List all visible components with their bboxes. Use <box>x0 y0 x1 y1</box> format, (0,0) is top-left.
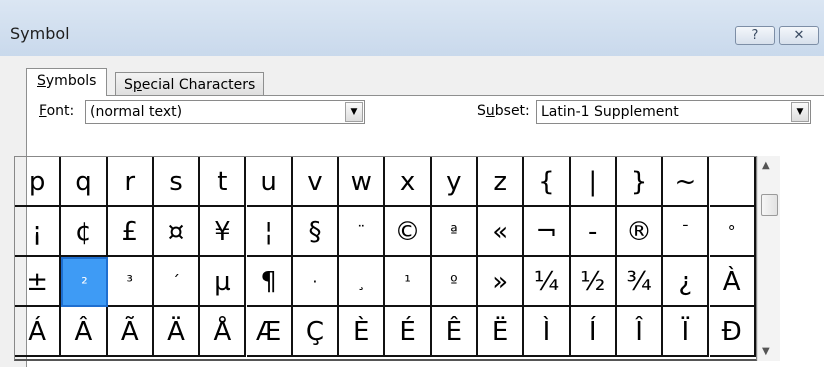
font-select[interactable]: (normal text) ▼ <box>85 100 365 124</box>
symbol-cell[interactable]: É <box>385 307 432 357</box>
symbol-cell[interactable]: Í <box>570 307 617 357</box>
chevron-down-icon[interactable]: ▼ <box>791 102 809 122</box>
symbol-cell[interactable]: Ã <box>107 307 154 357</box>
symbol-cell[interactable]: ± <box>15 257 62 307</box>
chevron-down-icon[interactable]: ▼ <box>345 102 363 122</box>
symbol-cell[interactable]: z <box>478 157 525 207</box>
symbol-cell[interactable]: } <box>616 157 664 207</box>
symbol-cell[interactable]: ~ <box>663 157 710 207</box>
question-icon: ? <box>751 28 759 43</box>
symbol-cell[interactable]: ½ <box>570 257 617 307</box>
subset-select[interactable]: Latin-1 Supplement ▼ <box>536 100 811 124</box>
symbol-cell[interactable]: { <box>524 157 571 207</box>
symbol-cell[interactable]: ¯ <box>663 207 710 257</box>
symbol-cell[interactable]: © <box>385 207 432 257</box>
symbol-cell[interactable]: | <box>570 157 617 207</box>
symbol-cell[interactable]: Ç <box>292 307 340 357</box>
symbol-cell[interactable]: · <box>292 257 340 307</box>
font-label: Font: <box>39 103 75 119</box>
symbol-cell[interactable]: Ì <box>524 307 571 357</box>
symbol-cell[interactable]: ¨ <box>339 207 386 257</box>
close-button[interactable]: ✕ <box>779 26 819 45</box>
symbol-cell[interactable]: Ä <box>153 307 201 357</box>
symbol-cell[interactable]: ² <box>61 257 108 307</box>
symbol-cell[interactable]: ¿ <box>663 257 710 307</box>
scroll-up-icon[interactable]: ▲ <box>762 160 770 171</box>
symbol-grid: p q r s t u v w x y z{|} ~ ¡ ¢ £ ¤ ¥ ¦ § ¨ © ª «¬ - ® ¯ ° ± ² ³ ´ µ ¶ · ¸ ¹… <box>14 156 757 361</box>
symbol-cell[interactable]: ¥ <box>200 207 247 257</box>
symbol-cell[interactable]: ¾ <box>616 257 664 307</box>
symbol-cell[interactable]: Ï <box>663 307 710 357</box>
symbol-cell[interactable]: ¶ <box>246 257 293 307</box>
subset-select-value: Latin-1 Supplement <box>541 104 679 120</box>
font-select-value: (normal text) <box>90 104 183 120</box>
help-button[interactable]: ? <box>735 26 775 45</box>
symbol-cell[interactable]: ª <box>431 207 478 257</box>
dialog-body: Symbols Special Characters Font: (normal… <box>0 56 824 367</box>
symbol-cell[interactable]: ³ <box>107 257 154 307</box>
symbol-cell[interactable]: ¼ <box>524 257 571 307</box>
title-bar: Symbol ? ✕ <box>0 0 824 56</box>
close-icon: ✕ <box>793 28 805 43</box>
symbol-cell[interactable]: y <box>431 157 478 207</box>
symbol-cell[interactable]: - <box>570 207 617 257</box>
symbol-cell[interactable]: ¤ <box>153 207 201 257</box>
symbol-cell[interactable]: ¹ <box>385 257 432 307</box>
symbol-cell[interactable]: ° <box>709 207 756 257</box>
scroll-thumb[interactable] <box>761 194 778 216</box>
symbol-cell[interactable]: « <box>478 207 525 257</box>
symbol-cell[interactable]: ¢ <box>61 207 108 257</box>
symbol-cell[interactable]: ´ <box>153 257 201 307</box>
symbol-cell[interactable]: » <box>478 257 525 307</box>
symbol-cell[interactable]: Î <box>616 307 664 357</box>
scroll-down-icon[interactable]: ▼ <box>762 346 770 357</box>
symbol-cell[interactable]: q <box>61 157 108 207</box>
symbol-cell[interactable]: Ð <box>709 307 756 357</box>
symbol-cell[interactable]: u <box>246 157 293 207</box>
symbol-cell[interactable]: Ë <box>478 307 525 357</box>
symbol-cell[interactable]: p <box>15 157 62 207</box>
grid-scrollbar[interactable]: ▲ ▼ <box>757 156 780 361</box>
symbol-cell[interactable]: ¦ <box>246 207 293 257</box>
symbol-cell[interactable]: x <box>385 157 432 207</box>
symbol-cell[interactable]: Á <box>15 307 62 357</box>
symbol-cell[interactable]: Å <box>200 307 247 357</box>
symbol-cell[interactable]: ¡ <box>15 207 62 257</box>
symbol-cell[interactable]: ® <box>616 207 664 257</box>
symbol-cell[interactable]: º <box>431 257 478 307</box>
symbol-cell[interactable]: Ê <box>431 307 478 357</box>
symbol-cell[interactable]: w <box>339 157 386 207</box>
symbol-cell[interactable]: À <box>709 257 756 307</box>
symbol-cell[interactable]: v <box>292 157 340 207</box>
symbol-cell[interactable]: ¬ <box>524 207 571 257</box>
symbol-cell[interactable]: r <box>107 157 154 207</box>
symbol-cell[interactable]: s <box>153 157 201 207</box>
symbol-cell[interactable]: § <box>292 207 340 257</box>
subset-label: Subset: <box>477 103 530 119</box>
symbol-cell[interactable]: t <box>200 157 247 207</box>
symbol-cell[interactable]: Â <box>61 307 108 357</box>
tab-symbols[interactable]: Symbols <box>26 68 108 96</box>
symbol-cell[interactable]: È <box>339 307 386 357</box>
symbol-dialog: Symbol ? ✕ Symbols Special Characters Fo… <box>0 0 824 367</box>
symbol-cell[interactable]: £ <box>107 207 154 257</box>
symbol-cell[interactable] <box>709 157 756 207</box>
symbol-cell[interactable]: ¸ <box>339 257 386 307</box>
dialog-title: Symbol <box>10 24 70 43</box>
symbol-cell[interactable]: Æ <box>246 307 293 357</box>
symbol-cell[interactable]: µ <box>200 257 247 307</box>
